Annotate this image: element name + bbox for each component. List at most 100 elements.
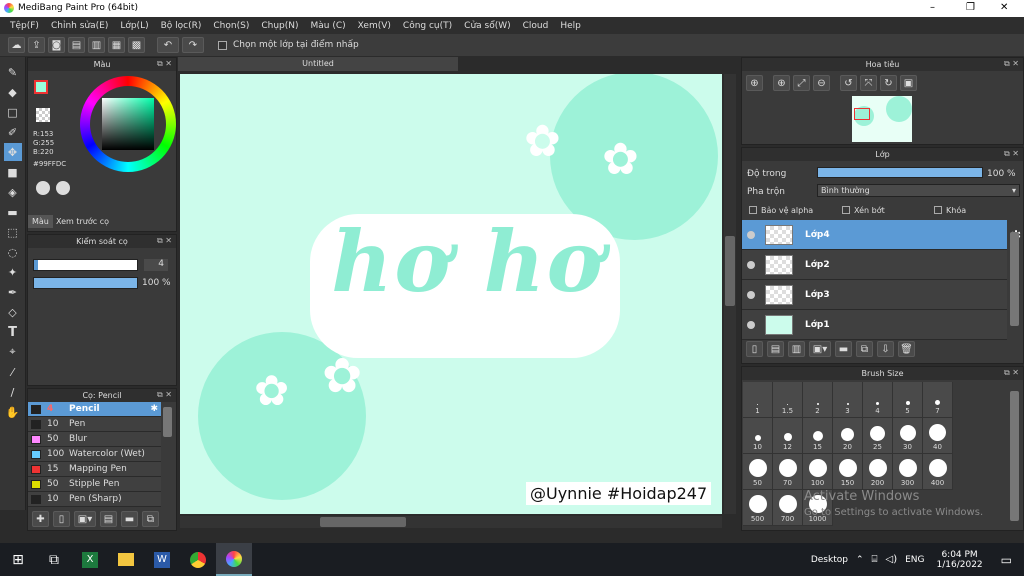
pen-tool-icon[interactable]: ✐ [4, 123, 22, 141]
hand-tool-icon[interactable]: ✋ [4, 403, 22, 421]
zoom-in-icon[interactable]: ⊕ [773, 75, 790, 91]
cloud-icon[interactable]: ☁ [8, 37, 25, 53]
zoom-fit-icon[interactable]: ⊕ [746, 75, 763, 91]
document-icon[interactable]: ▥ [88, 37, 105, 53]
brush-size-slider[interactable] [33, 259, 138, 271]
brush-size-option[interactable]: 7 [923, 382, 953, 418]
brush-item[interactable]: 50 Blur [28, 432, 161, 447]
word-icon[interactable]: W [144, 543, 180, 576]
color-wheel[interactable] [80, 76, 176, 172]
blend-mode-select[interactable]: Bình thường ▾ [817, 184, 1020, 197]
task-view-icon[interactable]: ⧉ [36, 543, 72, 576]
menu-view[interactable]: Xem(V) [352, 21, 397, 31]
flip-icon[interactable]: ⤧ [860, 75, 877, 91]
windows-start-icon[interactable]: ⊞ [0, 543, 36, 576]
network-icon[interactable]: ⌸ [872, 554, 878, 565]
panel-close-icon[interactable]: ⧉ ✕ [1004, 59, 1019, 69]
protect-alpha-checkbox[interactable] [749, 206, 757, 214]
brush-size-option[interactable]: 4 [863, 382, 893, 418]
fill-rect-tool-icon[interactable]: ■ [4, 163, 22, 181]
palette-settings-icon[interactable] [56, 181, 70, 195]
new-layer-1bit-icon[interactable]: ▥ [788, 341, 805, 357]
zoom-out-icon[interactable]: ⊖ [813, 75, 830, 91]
rotate-right-icon[interactable]: ↻ [880, 75, 897, 91]
brush-size-option[interactable]: 500 [743, 490, 773, 526]
brush-size-option[interactable]: 400 [923, 454, 953, 490]
redo-icon[interactable]: ↷ [182, 37, 204, 53]
panel-close-icon[interactable]: ⧉ ✕ [1004, 368, 1019, 378]
brush-size-option[interactable]: 40 [923, 418, 953, 454]
new-layer-8bit-icon[interactable]: ▤ [767, 341, 784, 357]
desktop-label[interactable]: Desktop [811, 555, 848, 565]
eraser-tool-icon[interactable]: ◆ [4, 83, 22, 101]
visibility-icon[interactable] [747, 230, 755, 239]
brush-item[interactable]: 10 Pen (Sharp) [28, 492, 161, 507]
menu-filter[interactable]: Bộ lọc(R) [155, 21, 208, 31]
brush-settings-icon[interactable]: ✱ [150, 404, 158, 414]
move-tool-icon[interactable]: ✥ [3, 143, 22, 161]
layer-menu-icon[interactable]: ▣▾ [809, 341, 831, 357]
panel-close-icon[interactable]: ⧉ ✕ [157, 390, 172, 400]
file-explorer-icon[interactable] [108, 543, 144, 576]
brush-size-scrollbar[interactable] [1010, 391, 1019, 521]
layer-row[interactable]: Lớp4✱ [742, 220, 1021, 250]
menu-tools[interactable]: Công cụ(T) [397, 21, 458, 31]
brush-opacity-slider[interactable] [33, 277, 138, 289]
excel-icon[interactable]: X [72, 543, 108, 576]
brush-size-option[interactable]: 70 [773, 454, 803, 490]
delete-layer-icon[interactable]: 🗑 [898, 341, 915, 357]
new-layer-icon[interactable]: ▯ [746, 341, 763, 357]
layer-row[interactable]: Lớp1 [742, 310, 1007, 340]
share-icon[interactable]: ⇪ [28, 37, 45, 53]
menu-color[interactable]: Màu (C) [305, 21, 352, 31]
palette-icon[interactable] [36, 181, 50, 195]
brush-item[interactable]: 15 Mapping Pen [28, 462, 161, 477]
brush-duplicate-icon[interactable]: ⧉ [142, 511, 159, 527]
grid-icon[interactable]: ▦ [108, 37, 125, 53]
brush-size-option[interactable]: 10 [743, 418, 773, 454]
minimize-button[interactable]: – [930, 2, 935, 13]
menu-layer[interactable]: Lớp(L) [114, 21, 154, 31]
brush-size-value[interactable]: 4 [144, 259, 168, 271]
panel-close-icon[interactable]: ⧉ ✕ [1004, 149, 1019, 159]
brush-size-option[interactable]: 200 [863, 454, 893, 490]
layer-opacity-slider[interactable] [817, 167, 983, 178]
new-brush-icon[interactable]: ▯ [53, 511, 70, 527]
navigator-viewport[interactable] [854, 108, 870, 120]
canvas-horizontal-scrollbar[interactable] [180, 516, 722, 528]
menu-window[interactable]: Cửa sổ(W) [458, 21, 516, 31]
brush-copy-icon[interactable]: ▤ [100, 511, 117, 527]
layer-folder-icon[interactable]: ▬ [835, 341, 852, 357]
dropper2-tool-icon[interactable]: / [4, 383, 22, 401]
primary-color-swatch[interactable] [34, 80, 48, 94]
brush-size-option[interactable]: 5 [893, 382, 923, 418]
menu-file[interactable]: Tệp(F) [4, 21, 45, 31]
visibility-icon[interactable] [747, 320, 755, 329]
brush-size-option[interactable]: 1.5 [773, 382, 803, 418]
maximize-button[interactable]: ❐ [966, 2, 975, 13]
volume-icon[interactable]: ◁) [886, 554, 898, 565]
brush-size-option[interactable]: 50 [743, 454, 773, 490]
panel-close-icon[interactable]: ⧉ ✕ [157, 59, 172, 69]
brush-size-option[interactable]: 20 [833, 418, 863, 454]
add-brush-icon[interactable]: ✚ [32, 511, 49, 527]
layer-list-scrollbar[interactable] [1010, 232, 1019, 326]
brush-size-option[interactable]: 100 [803, 454, 833, 490]
lock-checkbox[interactable] [934, 206, 942, 214]
magic-wand-tool-icon[interactable]: ✦ [4, 263, 22, 281]
brush-item[interactable]: 50 Stipple Pen [28, 477, 161, 492]
canvas-vertical-scrollbar[interactable] [724, 74, 736, 514]
menu-select[interactable]: Chọn(S) [207, 21, 255, 31]
transparent-color-swatch[interactable] [36, 108, 50, 122]
brush-size-option[interactable]: 30 [893, 418, 923, 454]
fit-window-icon[interactable]: ⤢ [793, 75, 810, 91]
menu-edit[interactable]: Chỉnh sửa(E) [45, 21, 114, 31]
select-pen-tool-icon[interactable]: ✒ [4, 283, 22, 301]
menu-cloud[interactable]: Cloud [517, 21, 555, 31]
text-tool-icon[interactable]: T [4, 323, 22, 341]
duplicate-layer-icon[interactable]: ⧉ [856, 341, 873, 357]
select-rect-tool-icon[interactable]: ⬚ [4, 223, 22, 241]
layer-row[interactable]: Lớp3 [742, 280, 1007, 310]
comment-icon[interactable]: ◙ [48, 37, 65, 53]
language-indicator[interactable]: ENG [905, 555, 924, 565]
